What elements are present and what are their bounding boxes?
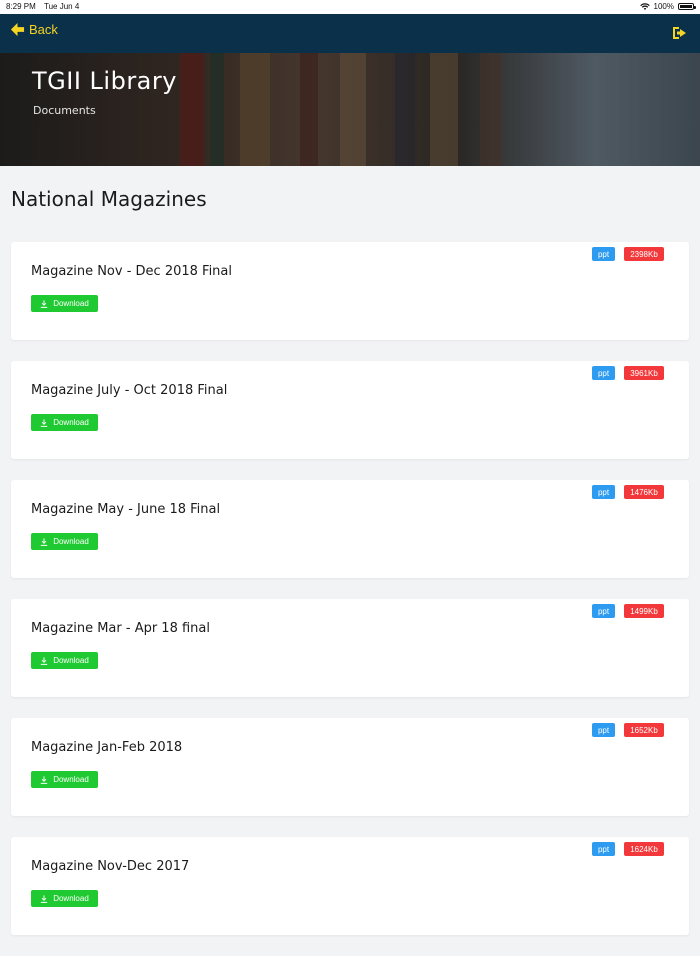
download-button[interactable]: Download [31,771,98,788]
battery-icon [678,3,696,10]
document-list: ppt 2398Kb Magazine Nov - Dec 2018 Final… [11,242,689,956]
document-card: ppt 1499Kb Magazine Mar - Apr 18 final D… [11,599,689,697]
file-size-badge: 1652Kb [624,723,664,737]
section-title: National Magazines [11,187,207,211]
page-title: TGII Library [32,67,177,95]
download-label: Download [53,299,89,308]
download-icon [41,894,48,903]
battery-percent: 100% [653,2,674,11]
nav-bar: Back [0,14,700,53]
document-title: Magazine Nov-Dec 2017 [31,859,190,874]
file-size-badge: 1499Kb [624,604,664,618]
file-size-badge: 1476Kb [624,485,664,499]
download-icon [41,418,48,427]
document-card: ppt 1652Kb Magazine Jan-Feb 2018 Downloa… [11,718,689,816]
file-size-badge: 1624Kb [624,842,664,856]
battery-fill [680,5,692,8]
file-size-badge: 3961Kb [624,366,664,380]
document-title: Magazine Nov - Dec 2018 Final [31,264,232,279]
download-icon [41,656,48,665]
download-label: Download [53,418,89,427]
wifi-icon [639,2,650,10]
download-button[interactable]: Download [31,652,98,669]
download-button[interactable]: Download [31,533,98,550]
download-icon [41,775,48,784]
back-label: Back [29,22,58,37]
download-label: Download [53,775,89,784]
download-label: Download [53,656,89,665]
download-button[interactable]: Download [31,414,98,431]
logout-button[interactable] [672,25,688,44]
hero-banner: TGII Library Documents [0,53,700,166]
document-title: Magazine July - Oct 2018 Final [31,383,228,398]
back-button[interactable]: Back [10,22,58,37]
file-type-badge: ppt [592,485,615,499]
file-size-badge: 2398Kb [624,247,664,261]
document-title: Magazine Mar - Apr 18 final [31,621,210,636]
document-title: Magazine Jan-Feb 2018 [31,740,183,755]
status-bar: 8:29 PM Tue Jun 4 100% [0,0,700,14]
page-subtitle: Documents [33,104,96,117]
download-icon [41,299,48,308]
status-date: Tue Jun 4 [44,2,80,11]
download-button[interactable]: Download [31,295,98,312]
download-button[interactable]: Download [31,890,98,907]
document-card: ppt 2398Kb Magazine Nov - Dec 2018 Final… [11,242,689,340]
download-label: Download [53,537,89,546]
document-card: ppt 1476Kb Magazine May - June 18 Final … [11,480,689,578]
download-label: Download [53,894,89,903]
file-type-badge: ppt [592,723,615,737]
download-icon [41,537,48,546]
document-title: Magazine May - June 18 Final [31,502,221,517]
file-type-badge: ppt [592,604,615,618]
document-card: ppt 1624Kb Magazine Nov-Dec 2017 Downloa… [11,837,689,935]
status-right: 100% [639,2,696,11]
status-time: 8:29 PM [6,2,36,11]
file-type-badge: ppt [592,366,615,380]
sign-out-icon [673,27,686,39]
file-type-badge: ppt [592,247,615,261]
file-type-badge: ppt [592,842,615,856]
document-card: ppt 3961Kb Magazine July - Oct 2018 Fina… [11,361,689,459]
arrow-left-icon [10,22,25,37]
